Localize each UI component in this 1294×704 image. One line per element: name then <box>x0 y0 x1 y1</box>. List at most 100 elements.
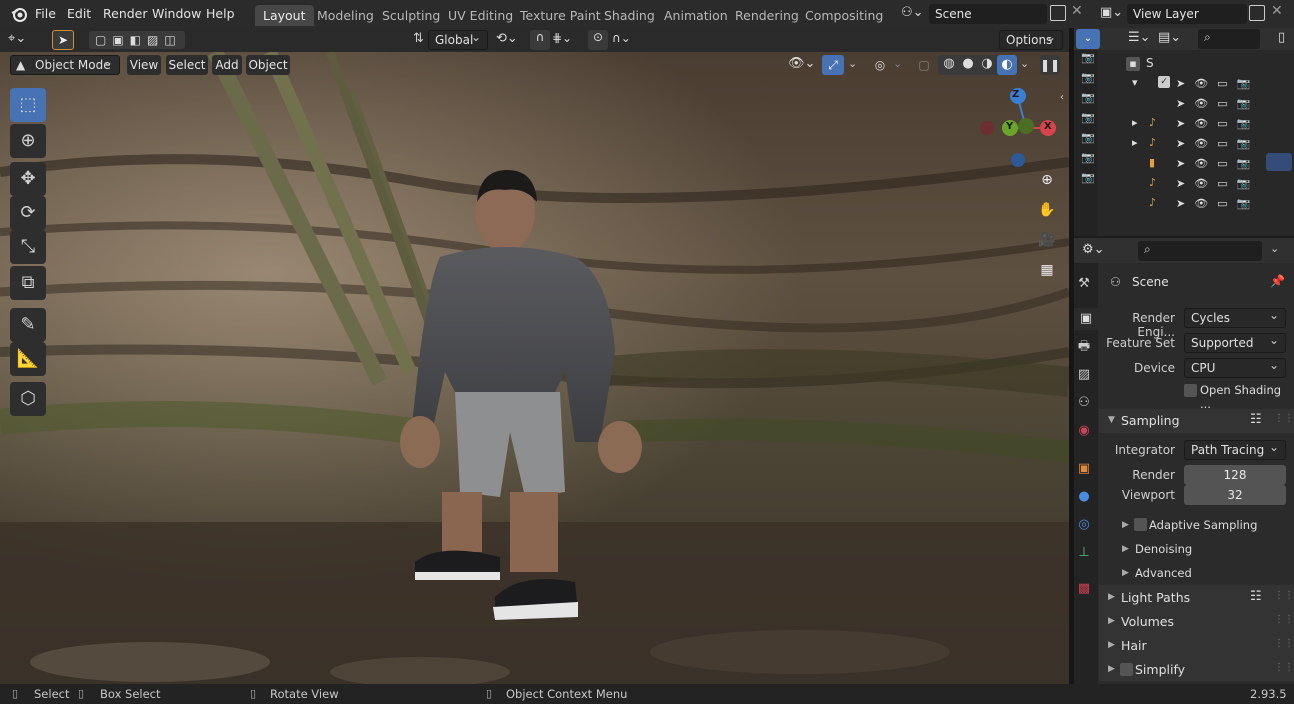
output-tab-icon[interactable]: 🖶 <box>1074 336 1094 358</box>
perspective-toggle-icon[interactable]: ▦ <box>1036 262 1058 284</box>
rotate-tool-icon[interactable]: ⟳ <box>10 196 46 230</box>
interaction-mode-dropdown[interactable]: Object Mode <box>10 53 120 75</box>
pause-render-icon[interactable]: ❚❚ <box>1040 55 1060 75</box>
snap-icon[interactable]: ∩ <box>530 30 550 50</box>
gizmo-dropdown-icon[interactable]: ⌄ <box>848 57 857 70</box>
outliner-filter-icon[interactable]: ▤⌄ <box>1158 30 1181 45</box>
tab-texture-paint[interactable]: Texture Paint <box>512 5 609 26</box>
outliner-restriction-columns[interactable]: ➤👁▭📷 ➤👁▭📷 ➤👁▭📷 ➤👁▭📷 ➤👁▭📷 ➤👁▭📷 ➤👁▭📷 <box>1176 74 1294 214</box>
menu-file[interactable]: File <box>35 0 56 28</box>
zoom-icon[interactable]: ⊕ <box>1036 172 1058 194</box>
expand-arrow-icon[interactable]: ▶ <box>1122 568 1129 578</box>
render-camera-icon[interactable]: 📷 <box>1081 51 1095 64</box>
menu-select[interactable]: Select <box>166 55 208 75</box>
select-tool-active-icon[interactable]: ➤ <box>52 30 74 50</box>
presets-list-icon[interactable]: ☷ <box>1250 412 1262 427</box>
viewport-samples-field[interactable]: 32 <box>1184 485 1286 505</box>
feature-set-dropdown[interactable]: Supported <box>1184 331 1286 353</box>
simplify-checkbox[interactable] <box>1120 663 1133 676</box>
measure-tool-icon[interactable]: 📐 <box>10 342 46 376</box>
expand-arrow-icon[interactable]: ▾ <box>1132 76 1138 89</box>
sidebar-toggle-icon[interactable]: ‹ <box>1060 92 1064 103</box>
xray-icon[interactable]: ▢ <box>915 55 933 75</box>
scene-selector-icon[interactable]: ⚇⌄ <box>901 5 925 23</box>
integrator-dropdown[interactable]: Path Tracing <box>1184 438 1286 460</box>
delete-view-layer-icon[interactable]: ✕ <box>1271 3 1283 19</box>
move-tool-icon[interactable]: ✥ <box>10 162 46 196</box>
proportional-edit-icon[interactable]: ⊙ <box>588 30 608 50</box>
properties-options-icon[interactable]: ⌄ <box>1270 242 1279 255</box>
render-engine-dropdown[interactable]: Cycles <box>1184 306 1286 328</box>
display-mode-icon[interactable]: ⌄ <box>1076 29 1100 49</box>
drag-handle-icon[interactable]: ⋮⋮ <box>1274 413 1294 424</box>
shading-dropdown-icon[interactable]: ⌄ <box>1020 57 1029 70</box>
tab-animation[interactable]: Animation <box>656 5 736 26</box>
view-layer-field[interactable]: View Layer <box>1127 4 1247 24</box>
tab-rendering[interactable]: Rendering <box>727 5 807 26</box>
drag-handle-icon[interactable]: ⋮⋮ <box>1274 638 1294 649</box>
options-dropdown[interactable]: Options <box>999 28 1063 50</box>
3d-viewport[interactable]: Object Mode ▲ View Select Add Object 👁⌄ … <box>0 52 1069 684</box>
render-samples-field[interactable]: 128 <box>1184 465 1286 485</box>
object-data-tab-icon[interactable]: ⊥ <box>1074 542 1094 564</box>
menu-help[interactable]: Help <box>206 0 235 28</box>
expand-arrow-icon[interactable]: ▸ <box>1132 116 1138 129</box>
render-camera-icon[interactable]: 📷 <box>1081 71 1095 84</box>
view-layer-tab-icon[interactable]: ▨ <box>1074 364 1094 386</box>
rendered-shading-icon[interactable]: ◐ <box>997 55 1017 75</box>
object-tab-icon[interactable]: ▣ <box>1074 458 1094 480</box>
pivot-point-icon[interactable]: ⟲⌄ <box>496 31 518 46</box>
render-camera-icon[interactable]: 📷 <box>1081 111 1095 124</box>
pin-icon[interactable]: 📌 <box>1270 274 1285 288</box>
cursor-tool-icon[interactable]: ⊕ <box>10 124 46 158</box>
modifiers-tab-icon[interactable]: ● <box>1074 486 1094 508</box>
render-camera-icon[interactable]: 📷 <box>1081 131 1095 144</box>
tab-modeling[interactable]: Modeling <box>309 5 382 26</box>
overlays-icon[interactable]: ◎ <box>870 55 890 75</box>
active-render-toggle[interactable] <box>1266 153 1292 171</box>
outliner-options-icon[interactable]: ▯ <box>1278 30 1285 45</box>
camera-view-icon[interactable]: 🎥 <box>1036 232 1058 254</box>
properties-search-field[interactable] <box>1138 241 1262 261</box>
render-camera-icon[interactable]: 📷 <box>1081 171 1095 184</box>
new-scene-icon[interactable] <box>1050 5 1066 21</box>
scene-tab-icon[interactable]: ⚇ <box>1074 392 1094 414</box>
tab-shading[interactable]: Shading <box>596 5 663 26</box>
collection-checkbox-icon[interactable]: ✓ <box>1158 76 1170 88</box>
menu-render[interactable]: Render <box>103 0 148 28</box>
expand-arrow-icon[interactable]: ▶ <box>1108 592 1115 602</box>
expand-arrow-icon[interactable]: ▶ <box>1108 616 1115 626</box>
render-tab-icon[interactable]: ▣ <box>1074 308 1098 330</box>
scene-name-field[interactable]: Scene <box>929 4 1047 24</box>
device-dropdown[interactable]: CPU <box>1184 356 1286 378</box>
material-shading-icon[interactable]: ◑ <box>978 56 996 74</box>
tab-layout[interactable]: Layout <box>255 5 314 26</box>
presets-list-icon[interactable]: ☷ <box>1250 589 1262 604</box>
tab-uv-editing[interactable]: UV Editing <box>440 5 521 26</box>
render-camera-icon[interactable]: 📷 <box>1081 151 1095 164</box>
blender-logo-icon[interactable] <box>10 5 28 23</box>
physics-tab-icon[interactable]: ◎ <box>1074 514 1094 536</box>
menu-view[interactable]: View <box>127 55 161 75</box>
solid-shading-icon[interactable]: ● <box>959 56 977 74</box>
visibility-icon[interactable]: 👁⌄ <box>788 56 815 71</box>
advanced-label[interactable]: Advanced <box>1135 566 1192 580</box>
tool-tab-icon[interactable]: ⚒ <box>1074 273 1094 295</box>
tab-sculpting[interactable]: Sculpting <box>374 5 448 26</box>
overlays-dropdown-icon[interactable]: ⌄ <box>893 57 902 70</box>
delete-scene-icon[interactable]: ✕ <box>1071 3 1083 19</box>
menu-edit[interactable]: Edit <box>67 0 91 28</box>
select-box-tool-icon[interactable]: ⬚ <box>10 88 46 122</box>
annotate-tool-icon[interactable]: ✎ <box>10 308 46 342</box>
expand-arrow-icon[interactable]: ▶ <box>1122 520 1129 530</box>
drag-handle-icon[interactable]: ⋮⋮ <box>1274 590 1294 601</box>
menu-add[interactable]: Add <box>212 55 242 75</box>
render-camera-icon[interactable]: 📷 <box>1081 91 1095 104</box>
pan-hand-icon[interactable]: ✋ <box>1036 202 1058 224</box>
transform-tool-icon[interactable]: ⧉ <box>10 266 46 300</box>
snap-target-icon[interactable]: ⋕⌄ <box>552 31 572 45</box>
expand-arrow-icon[interactable]: ▶ <box>1108 664 1115 674</box>
new-view-layer-icon[interactable] <box>1249 5 1265 21</box>
adaptive-sampling-checkbox[interactable] <box>1134 518 1147 531</box>
expand-arrow-icon[interactable]: ▸ <box>1132 136 1138 149</box>
